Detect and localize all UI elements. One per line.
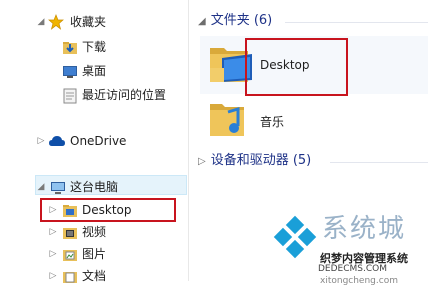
pane-divider <box>188 0 189 281</box>
music-folder-icon <box>208 98 248 143</box>
nav-item-label: 最近访问的位置 <box>82 88 167 102</box>
nav-item-pictures[interactable]: ▷ 图片 <box>0 244 188 264</box>
nav-item-downloads[interactable]: 下载 <box>0 37 188 57</box>
folder-name: Desktop <box>260 58 310 72</box>
expand-arrow-icon[interactable]: ▷ <box>36 131 46 151</box>
chevron-right-icon: ▷ <box>198 156 206 167</box>
desktop-folder-icon <box>62 203 78 217</box>
group-header-label: 设备和驱动器 (5) <box>210 153 312 168</box>
download-folder-icon <box>62 40 78 54</box>
recent-places-icon <box>62 88 78 104</box>
navigation-pane: ◢ 收藏夹 下载 桌面 最近访问的位置 ▷ OneDrive ◢ <box>0 0 188 283</box>
nav-this-pc-overlay: ◢ 这台电脑 <box>0 177 188 197</box>
group-divider <box>285 22 428 23</box>
watermark-url: DEDECMS.COM <box>318 264 387 274</box>
nav-item-recent-places[interactable]: 最近访问的位置 <box>0 85 188 105</box>
nav-item-label: 桌面 <box>82 64 107 78</box>
nav-this-pc-label: 这台电脑 <box>70 180 119 194</box>
nav-favorites[interactable]: ◢ 收藏夹 <box>0 12 188 32</box>
expand-arrow-icon[interactable]: ▷ <box>48 266 58 286</box>
group-header-devices[interactable]: ▷ 设备和驱动器 (5) <box>198 150 311 172</box>
group-header-folders[interactable]: ◢ 文件夹 (6) <box>198 10 272 32</box>
nav-favorites-label: 收藏夹 <box>70 15 107 29</box>
nav-item-videos[interactable]: ▷ 视频 <box>0 222 188 242</box>
nav-item-documents[interactable]: ▷ 文档 <box>0 266 188 286</box>
desktop-icon <box>62 64 78 78</box>
nav-item-label: 文档 <box>82 269 107 283</box>
nav-item-label: 图片 <box>82 247 107 261</box>
collapse-arrow-icon: ◢ <box>37 182 45 192</box>
nav-onedrive[interactable]: ▷ OneDrive <box>0 131 188 151</box>
nav-item-label: Desktop <box>82 203 132 217</box>
nav-item-desktop[interactable]: 桌面 <box>0 61 188 81</box>
watermark-url2: xitongcheng.com <box>320 276 398 286</box>
computer-icon <box>50 180 66 194</box>
chevron-down-icon: ◢ <box>198 16 206 27</box>
nav-item-label: 视频 <box>82 225 107 239</box>
watermark: 系统城 织梦内容管理系统 DEDECMS.COM xitongcheng.com <box>268 206 428 286</box>
collapse-arrow-icon[interactable]: ◢ <box>36 12 46 32</box>
videos-folder-icon <box>62 225 78 239</box>
star-icon <box>48 14 64 30</box>
desktop-folder-icon <box>208 42 254 89</box>
expand-arrow-icon[interactable]: ▷ <box>48 222 58 242</box>
expand-arrow-icon[interactable]: ▷ <box>48 244 58 264</box>
folder-name: 音乐 <box>260 115 285 129</box>
folder-tile-music[interactable] <box>200 96 428 146</box>
folder-tile-desktop[interactable] <box>200 36 428 94</box>
pictures-folder-icon <box>62 247 78 261</box>
nav-item-label: 下载 <box>82 40 107 54</box>
cloud-icon <box>48 134 65 148</box>
group-divider <box>330 162 428 163</box>
group-header-label: 文件夹 (6) <box>210 13 273 28</box>
nav-item-desktop-folder[interactable]: ▷ Desktop <box>0 200 188 220</box>
windows-logo-icon <box>272 214 318 263</box>
expand-arrow-icon[interactable]: ▷ <box>48 200 58 220</box>
watermark-brand: 系统城 <box>322 214 407 244</box>
nav-onedrive-label: OneDrive <box>70 134 127 148</box>
